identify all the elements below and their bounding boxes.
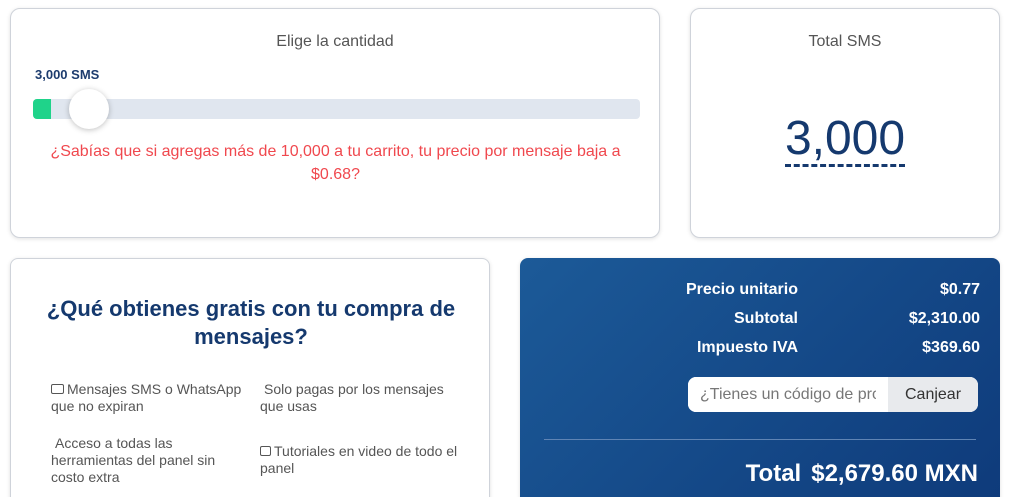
divider bbox=[544, 439, 976, 440]
total-sms-title: Total SMS bbox=[808, 33, 882, 50]
subtotal-value: $2,310.00 bbox=[908, 310, 980, 327]
coupon-group: Canjear bbox=[688, 377, 978, 412]
benefit-item: Acceso a todas las herramientas del pane… bbox=[51, 435, 216, 485]
benefit-item: Solo pagas por los mensajes que usas bbox=[260, 381, 444, 414]
benefits-card: ¿Qué obtienes gratis con tu compra de me… bbox=[10, 258, 490, 497]
selected-quantity-label: 3,000 SMS bbox=[35, 67, 100, 82]
total-value: $2,679.60 MXN bbox=[811, 460, 978, 487]
order-summary-card: Precio unitario $0.77 Subtotal $2,310.00… bbox=[520, 258, 1000, 497]
total-sms-card: Total SMS 3,000 bbox=[690, 8, 1000, 238]
coupon-input[interactable] bbox=[688, 377, 888, 412]
benefit-item: Tutoriales en video de todo el panel bbox=[260, 443, 458, 476]
envelope-icon bbox=[51, 384, 64, 394]
subtotal-label: Subtotal bbox=[734, 310, 798, 327]
benefit-item: Mensajes SMS o WhatsApp que no expiran bbox=[51, 381, 242, 414]
video-icon bbox=[260, 446, 271, 456]
total-row: Total $2,679.60 MXN bbox=[746, 460, 978, 488]
slider-thumb[interactable] bbox=[69, 89, 109, 129]
tax-label: Impuesto IVA bbox=[696, 339, 798, 356]
quantity-title: Elige la cantidad bbox=[276, 33, 394, 50]
unit-price-label: Precio unitario bbox=[685, 281, 798, 298]
tax-value: $369.60 bbox=[922, 339, 980, 356]
unit-price-value: $0.77 bbox=[939, 281, 980, 298]
promo-message: ¿Sabías que si agregas más de 10,000 a t… bbox=[50, 143, 621, 183]
redeem-button[interactable]: Canjear bbox=[888, 377, 978, 412]
quantity-card: Elige la cantidad 3,000 SMS ¿Sabías que … bbox=[10, 8, 660, 238]
total-sms-value[interactable]: 3,000 bbox=[784, 114, 906, 167]
benefits-title: ¿Qué obtienes gratis con tu compra de me… bbox=[46, 296, 456, 349]
total-label: Total bbox=[745, 460, 802, 487]
quantity-slider[interactable] bbox=[33, 89, 640, 129]
slider-fill bbox=[33, 99, 51, 119]
